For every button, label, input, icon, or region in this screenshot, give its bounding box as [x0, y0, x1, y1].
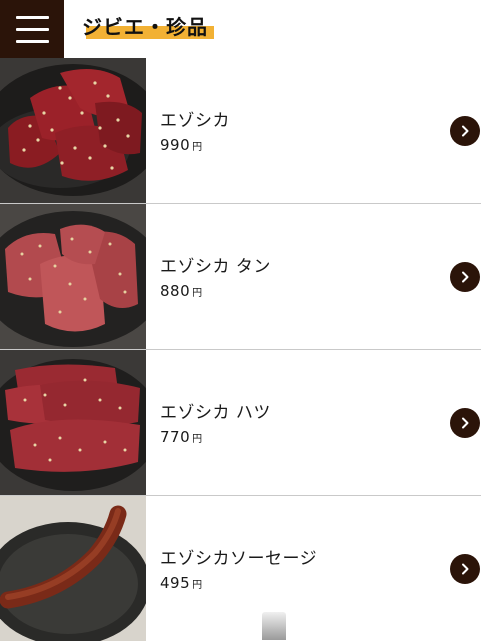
category-title: ジビエ・珍品: [82, 15, 208, 39]
food-photo: [0, 204, 146, 349]
price-unit: 円: [192, 142, 203, 153]
menu-item[interactable]: エゾシカ ハツ 770 円: [0, 350, 481, 496]
price-value: 770: [160, 428, 191, 446]
category-title-wrap: ジビエ・珍品: [82, 11, 214, 40]
price-value: 495: [160, 574, 191, 592]
item-name: エゾシカ ハツ: [160, 403, 271, 423]
price-unit: 円: [192, 580, 203, 591]
item-price: 770 円: [160, 427, 202, 446]
chevron-right-icon[interactable]: [450, 262, 480, 292]
price-value: 880: [160, 282, 191, 300]
next-item-photo-partial: [262, 612, 286, 640]
chevron-right-icon[interactable]: [450, 408, 480, 438]
menu-line-icon: [15, 39, 49, 43]
price-unit: 円: [192, 288, 203, 299]
price-value: 990: [160, 136, 191, 154]
food-photo: [0, 496, 146, 641]
food-photo: [0, 58, 146, 203]
item-price: 880 円: [160, 281, 202, 300]
item-name: エゾシカ: [160, 111, 230, 131]
menu-item[interactable]: エゾシカ 990 円: [0, 58, 481, 204]
menu-line-icon: [15, 27, 49, 31]
chevron-right-icon[interactable]: [450, 116, 480, 146]
menu-item[interactable]: エゾシカ タン 880 円: [0, 204, 481, 350]
chevron-right-icon[interactable]: [450, 554, 480, 584]
item-price: 990 円: [160, 135, 202, 154]
item-price: 495 円: [160, 573, 202, 592]
item-name: エゾシカソーセージ: [160, 549, 318, 569]
food-photo: [0, 350, 146, 495]
menu-list: エゾシカ 990 円 エゾシカ タン 880 円 エゾシカ ハツ 770 円 エ…: [0, 58, 481, 641]
app-header: ジビエ・珍品: [0, 0, 481, 58]
hamburger-menu-button[interactable]: [0, 0, 64, 58]
menu-line-icon: [15, 15, 49, 19]
item-name: エゾシカ タン: [160, 257, 271, 277]
menu-item[interactable]: エゾシカソーセージ 495 円: [0, 496, 481, 641]
price-unit: 円: [192, 434, 203, 445]
